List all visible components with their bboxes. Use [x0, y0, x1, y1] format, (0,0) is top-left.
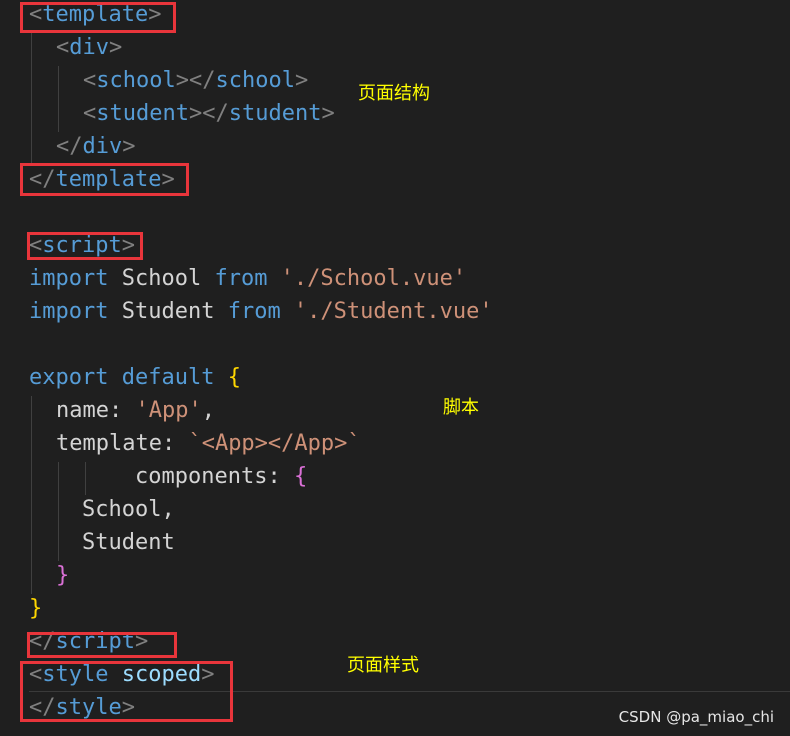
- highlight-box-template-close: [20, 163, 189, 196]
- code-line: components: {: [135, 460, 307, 493]
- code-line: name: 'App',: [56, 394, 215, 427]
- code-token: 'App': [135, 398, 202, 423]
- code-line: import School from './School.vue': [29, 262, 466, 295]
- code-token: Student: [82, 530, 175, 555]
- code-token: <: [83, 101, 97, 126]
- code-line: </div>: [56, 130, 136, 163]
- code-token: './Student.vue': [280, 299, 493, 324]
- code-token: './School.vue': [267, 266, 467, 291]
- code-token: name:: [56, 398, 136, 423]
- code-token: }: [56, 563, 70, 588]
- code-line: Student: [82, 526, 175, 559]
- code-token: {: [293, 464, 308, 489]
- code-token: School: [108, 266, 215, 291]
- highlight-box-script-open: [27, 232, 143, 260]
- note-page-structure: 页面结构: [358, 83, 430, 104]
- indent-guide: [58, 462, 59, 561]
- code-token: {: [227, 365, 241, 390]
- code-token: export: [29, 365, 109, 390]
- code-token: student: [96, 101, 189, 126]
- code-line: School,: [82, 493, 175, 526]
- code-line: <div>: [56, 31, 122, 64]
- code-token: default: [108, 365, 228, 390]
- code-line: }: [29, 592, 42, 625]
- highlight-box-script-close: [27, 632, 177, 658]
- code-token: >: [122, 134, 136, 159]
- indent-guide: [31, 33, 32, 165]
- code-line: <student></student>: [83, 97, 335, 130]
- watermark: CSDN @pa_miao_chi: [618, 708, 774, 726]
- code-token: from: [227, 299, 281, 324]
- code-token: Student: [108, 299, 228, 324]
- code-token: components:: [135, 464, 294, 489]
- code-line: }: [56, 559, 69, 592]
- code-token: ></: [175, 68, 216, 93]
- code-line: <school></school>: [83, 64, 308, 97]
- note-page-style: 页面样式: [347, 655, 419, 676]
- code-token: ></: [188, 101, 229, 126]
- code-token: student: [228, 101, 322, 126]
- code-token: import: [29, 299, 109, 324]
- code-token: >: [294, 68, 309, 93]
- code-token: <: [83, 68, 97, 93]
- code-token: `<App></App>`: [188, 431, 361, 456]
- code-token: </: [56, 134, 83, 159]
- code-token: from: [214, 266, 268, 291]
- code-token: >: [321, 101, 335, 126]
- indent-guide: [85, 462, 86, 495]
- code-token: template:: [56, 431, 189, 456]
- code-token: <: [56, 35, 70, 60]
- code-line: export default {: [29, 361, 241, 394]
- highlight-box-style: [20, 661, 233, 722]
- indent-guide: [58, 66, 59, 132]
- code-token: div: [69, 35, 109, 60]
- highlight-box-template-open: [20, 2, 176, 33]
- code-line: import Student from './Student.vue': [29, 295, 493, 328]
- code-token: >: [109, 35, 123, 60]
- code-token: }: [29, 596, 43, 621]
- code-token: import: [29, 266, 109, 291]
- indent-guide: [31, 396, 32, 594]
- code-line: template: `<App></App>`: [56, 427, 361, 460]
- code-token: School,: [82, 497, 175, 522]
- code-token: school: [215, 68, 295, 93]
- code-editor[interactable]: <template> <div> <school></school> <stud…: [0, 0, 790, 736]
- note-script: 脚本: [443, 397, 479, 418]
- code-token: div: [82, 134, 123, 159]
- code-token: ,: [201, 398, 215, 423]
- code-token: school: [96, 68, 176, 93]
